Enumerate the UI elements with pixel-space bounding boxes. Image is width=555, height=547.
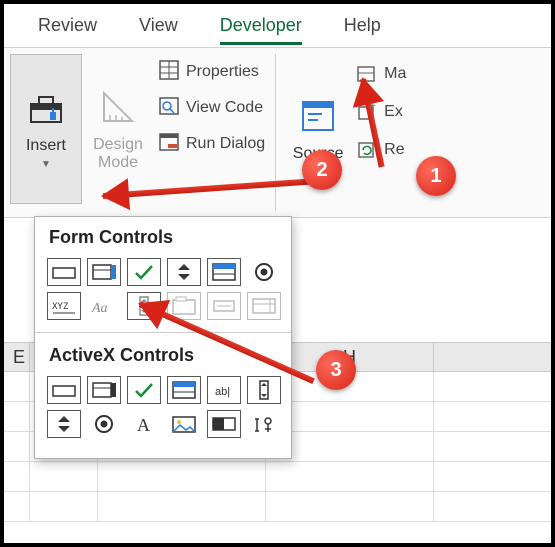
ax-spinner-icon[interactable] (47, 410, 81, 438)
svg-text:A: A (137, 415, 150, 435)
svg-text:Aa: Aa (91, 301, 108, 316)
ax-textbox-icon[interactable]: ab| (207, 376, 241, 404)
form-controls-header: Form Controls (45, 227, 281, 248)
col-header-e[interactable]: E (4, 343, 30, 371)
form-option-icon[interactable] (247, 258, 281, 286)
tab-help[interactable]: Help (344, 7, 381, 44)
chevron-down-icon: ▼ (41, 159, 51, 170)
ax-option-icon[interactable] (87, 410, 121, 438)
ribbon-tabbar: Review View Developer Help (4, 4, 551, 48)
ax-more-controls-icon[interactable] (247, 410, 281, 438)
annotation-callout-3: 3 (316, 350, 356, 390)
svg-text:ab|: ab| (215, 386, 230, 398)
view-code-icon (158, 95, 180, 122)
tab-developer[interactable]: Developer (220, 7, 302, 45)
tab-review[interactable]: Review (38, 7, 97, 44)
design-mode-label: DesignMode (93, 136, 143, 171)
ax-listbox-icon[interactable] (167, 376, 201, 404)
form-combo-icon[interactable] (87, 258, 121, 286)
toolbox-icon (26, 88, 66, 133)
run-dialog-icon (158, 131, 180, 158)
ax-toggle-icon[interactable] (207, 410, 241, 438)
properties-button[interactable]: Properties (158, 58, 265, 86)
ax-combo-icon[interactable] (87, 376, 121, 404)
tab-view[interactable]: View (139, 7, 178, 44)
form-spinner-icon[interactable] (167, 258, 201, 286)
ax-scrollbar-icon[interactable] (247, 376, 281, 404)
annotation-callout-1: 1 (416, 156, 456, 196)
form-button-icon[interactable] (47, 258, 81, 286)
view-code-label: View Code (186, 99, 263, 117)
form-checkbox-icon[interactable] (127, 258, 161, 286)
insert-controls-dropdown: Form Controls XYZ Aa ActiveX Controls ab… (34, 216, 292, 459)
annotation-callout-2: 2 (302, 150, 342, 190)
form-text-icon[interactable]: Aa (87, 292, 121, 320)
svg-text:XYZ: XYZ (52, 302, 69, 312)
ax-image-icon[interactable] (167, 410, 201, 438)
ruler-triangle-icon (98, 87, 138, 132)
ax-button-icon[interactable] (47, 376, 81, 404)
form-combo2-icon[interactable] (247, 292, 281, 320)
run-dialog-label: Run Dialog (186, 135, 265, 153)
form-listbox-icon[interactable] (207, 258, 241, 286)
properties-label: Properties (186, 63, 259, 81)
form-label-icon[interactable]: XYZ (47, 292, 81, 320)
ax-checkbox-icon[interactable] (127, 376, 161, 404)
source-pane-icon (298, 96, 338, 141)
view-code-button[interactable]: View Code (158, 94, 265, 122)
form-button2-icon[interactable] (207, 292, 241, 320)
insert-label: Insert (26, 137, 66, 155)
insert-dropdown-button[interactable]: Insert ▼ (10, 54, 82, 204)
properties-icon (158, 59, 180, 86)
run-dialog-button[interactable]: Run Dialog (158, 130, 265, 158)
ax-label-icon[interactable]: A (127, 410, 161, 438)
